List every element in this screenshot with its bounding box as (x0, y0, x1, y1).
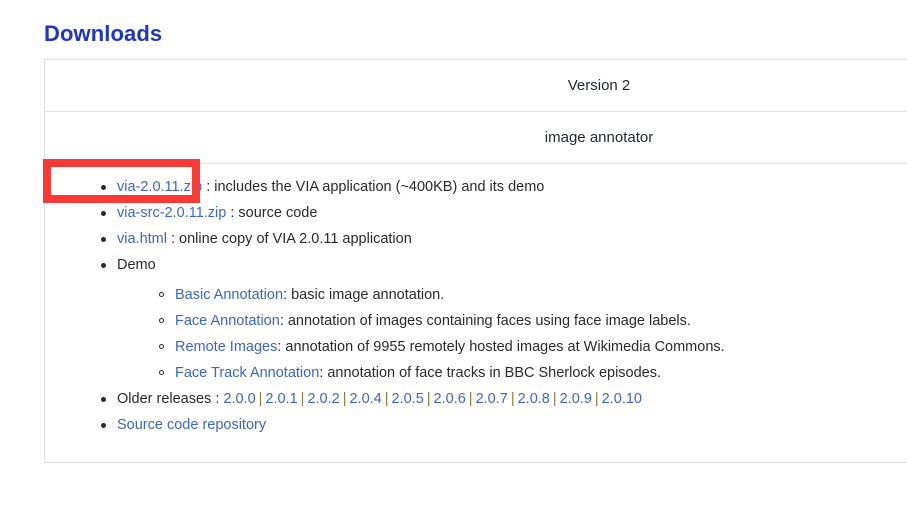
link-older-release-2-0-1[interactable]: 2.0.1 (265, 391, 297, 407)
older-release-separator: | (508, 391, 518, 407)
list-item-face-track-annotation: Face Track Annotation: annotation of fac… (159, 360, 907, 386)
downloads-page: Downloads Version 2 image annotator via-… (0, 0, 907, 518)
list-item-via-zip-text: : includes the VIA application (~400KB) … (202, 179, 544, 195)
link-older-release-2-0-6[interactable]: 2.0.6 (434, 391, 466, 407)
table-row-subtitle: image annotator (45, 112, 907, 164)
link-via-html[interactable]: via.html (117, 231, 167, 247)
link-face-track-annotation[interactable]: Face Track Annotation (175, 365, 319, 381)
page-title: Downloads (44, 21, 162, 47)
link-basic-annotation[interactable]: Basic Annotation (175, 287, 283, 303)
older-release-separator: | (424, 391, 434, 407)
list-item-via-src-zip-text: : source code (226, 205, 317, 221)
link-face-annotation[interactable]: Face Annotation (175, 313, 280, 329)
link-older-release-2-0-9[interactable]: 2.0.9 (560, 391, 592, 407)
downloads-table: Version 2 image annotator via-2.0.11.zip… (44, 59, 907, 463)
older-release-separator: | (256, 391, 266, 407)
demo-label: Demo (117, 257, 156, 273)
face-annotation-text: : annotation of images containing faces … (280, 313, 691, 329)
older-release-separator: | (298, 391, 308, 407)
older-release-separator: | (592, 391, 602, 407)
list-item-via-html-text: : online copy of VIA 2.0.11 application (167, 231, 412, 247)
list-item-via-html: via.html : online copy of VIA 2.0.11 app… (101, 226, 907, 252)
list-item-demo: Demo Basic Annotation: basic image annot… (101, 252, 907, 386)
older-release-separator: | (382, 391, 392, 407)
older-releases-label: Older releases : (117, 391, 223, 407)
link-older-release-2-0-7[interactable]: 2.0.7 (476, 391, 508, 407)
list-item-via-src-zip: via-src-2.0.11.zip : source code (101, 200, 907, 226)
older-releases-links: 2.0.0|2.0.1|2.0.2|2.0.4|2.0.5|2.0.6|2.0.… (223, 391, 642, 407)
list-item-source-repo: Source code repository (101, 412, 907, 438)
list-item-via-zip: via-2.0.11.zip : includes the VIA applic… (101, 174, 907, 200)
table-header-version: Version 2 (45, 60, 907, 112)
link-older-release-2-0-10[interactable]: 2.0.10 (602, 391, 642, 407)
table-row-content: via-2.0.11.zip : includes the VIA applic… (45, 164, 907, 462)
basic-annotation-text: : basic image annotation. (283, 287, 444, 303)
link-source-code-repository[interactable]: Source code repository (117, 417, 266, 433)
older-release-separator: | (466, 391, 476, 407)
remote-images-text: : annotation of 9955 remotely hosted ima… (277, 339, 724, 355)
downloads-list: via-2.0.11.zip : includes the VIA applic… (45, 174, 907, 438)
link-remote-images[interactable]: Remote Images (175, 339, 277, 355)
list-item-face-annotation: Face Annotation: annotation of images co… (159, 308, 907, 334)
older-release-separator: | (550, 391, 560, 407)
list-item-basic-annotation: Basic Annotation: basic image annotation… (159, 282, 907, 308)
demo-sublist: Basic Annotation: basic image annotation… (117, 282, 907, 386)
list-item-remote-images: Remote Images: annotation of 9955 remote… (159, 334, 907, 360)
link-older-release-2-0-8[interactable]: 2.0.8 (518, 391, 550, 407)
face-track-annotation-text: : annotation of face tracks in BBC Sherl… (319, 365, 661, 381)
link-via-2-0-11-zip[interactable]: via-2.0.11.zip (117, 179, 202, 195)
link-older-release-2-0-0[interactable]: 2.0.0 (223, 391, 255, 407)
link-via-src-2-0-11-zip[interactable]: via-src-2.0.11.zip (117, 205, 226, 221)
link-older-release-2-0-4[interactable]: 2.0.4 (349, 391, 381, 407)
link-older-release-2-0-5[interactable]: 2.0.5 (392, 391, 424, 407)
list-item-older-releases: Older releases : 2.0.0|2.0.1|2.0.2|2.0.4… (101, 386, 907, 412)
link-older-release-2-0-2[interactable]: 2.0.2 (307, 391, 339, 407)
